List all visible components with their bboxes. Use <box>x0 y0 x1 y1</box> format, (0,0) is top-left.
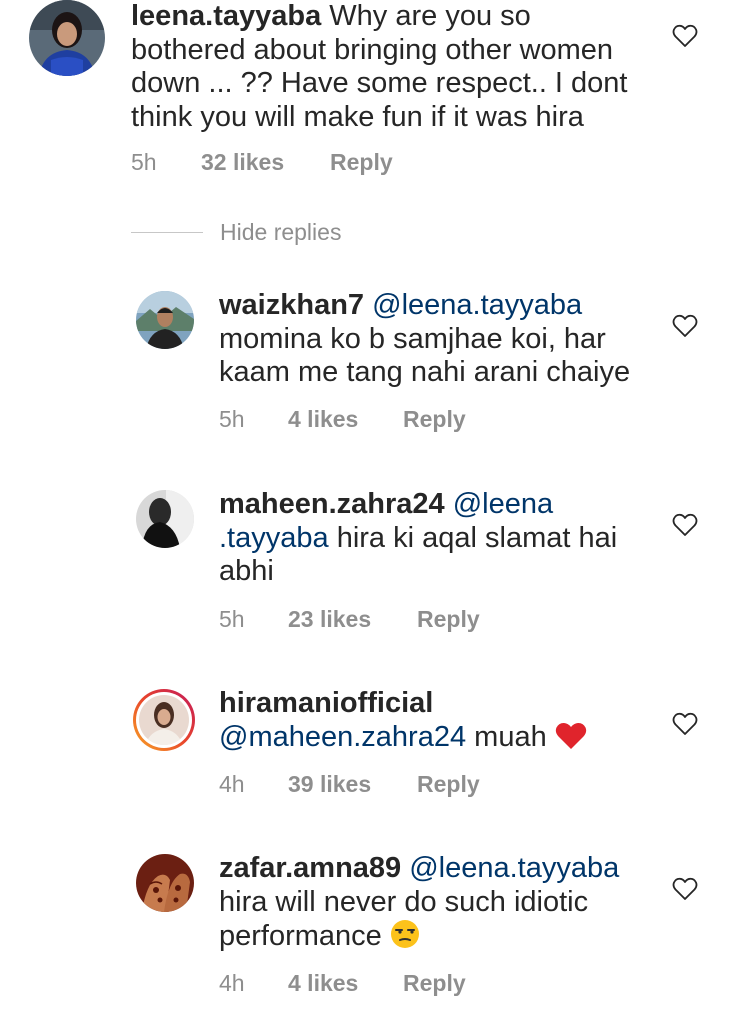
comment-username[interactable]: maheen.zahra24 <box>219 488 445 520</box>
comment-likes[interactable]: 23 likes <box>288 606 371 633</box>
comment-time: 5h <box>219 606 245 632</box>
heart-icon[interactable] <box>672 712 698 736</box>
comment-username[interactable]: zafar.amna89 <box>219 852 401 884</box>
profile-photo <box>136 490 194 548</box>
comment-meta: 4h 39 likes Reply <box>219 771 539 799</box>
heart-icon[interactable] <box>672 24 698 48</box>
profile-photo <box>29 0 105 76</box>
comment-text: zafar.amna89 @leena.tayyaba hira will ne… <box>219 852 639 958</box>
heart-icon[interactable] <box>672 513 698 537</box>
comment-meta: 5h 4 likes Reply <box>219 406 539 434</box>
reply-button[interactable]: Reply <box>417 771 480 798</box>
comment-meta: 4h 4 likes Reply <box>219 970 539 998</box>
comment-likes[interactable]: 32 likes <box>201 149 284 176</box>
reply-button[interactable]: Reply <box>403 970 466 997</box>
reply-item: maheen.zahra24 @leena .tayyaba hira ki a… <box>0 488 743 638</box>
heart-icon[interactable] <box>672 314 698 338</box>
hide-replies-button[interactable]: Hide replies <box>131 219 391 249</box>
avatar[interactable] <box>29 0 105 76</box>
comment-meta: 5h 32 likes Reply <box>131 149 531 177</box>
comment-time: 5h <box>131 149 157 175</box>
reply-item: zafar.amna89 @leena.tayyaba hira will ne… <box>0 852 743 1012</box>
comment-body: muah <box>466 720 555 753</box>
reply-button[interactable]: Reply <box>330 149 393 176</box>
comment-time: 4h <box>219 771 245 797</box>
comment-text: waizkhan7 @leena.tayyaba momina ko b sam… <box>219 289 639 390</box>
avatar[interactable] <box>136 854 194 912</box>
comment-time: 5h <box>219 406 245 432</box>
hide-replies-label: Hide replies <box>220 219 342 245</box>
comment-time: 4h <box>219 970 245 996</box>
comment-text: maheen.zahra24 @leena .tayyaba hira ki a… <box>219 488 639 589</box>
profile-photo-story-ring <box>133 689 195 751</box>
reply-item: waizkhan7 @leena.tayyaba momina ko b sam… <box>0 289 743 439</box>
comment-username[interactable]: leena.tayyaba <box>131 0 321 32</box>
comment-text: leena.tayyaba Why are you so bothered ab… <box>131 0 651 134</box>
comment-text: hiramaniofficial @maheen.zahra24 muah <box>219 687 639 758</box>
mention-link[interactable]: @leena.tayyaba <box>409 852 619 884</box>
heart-icon[interactable] <box>672 877 698 901</box>
comment-likes[interactable]: 39 likes <box>288 771 371 798</box>
comment-likes[interactable]: 4 likes <box>288 970 358 997</box>
comment-likes[interactable]: 4 likes <box>288 406 358 433</box>
mention-link[interactable]: @leena <box>453 488 553 520</box>
comment-item: leena.tayyaba Why are you so bothered ab… <box>0 0 743 190</box>
comment-body: momina ko b samjhae koi, har kaam me tan… <box>219 322 631 389</box>
profile-photo <box>136 291 194 349</box>
comment-username[interactable]: waizkhan7 <box>219 289 364 321</box>
comment-username[interactable]: hiramaniofficial <box>219 687 433 719</box>
reply-button[interactable]: Reply <box>417 606 480 633</box>
reply-item: hiramaniofficial @maheen.zahra24 muah 4h… <box>0 687 743 807</box>
avatar[interactable] <box>131 687 197 753</box>
reply-button[interactable]: Reply <box>403 406 466 433</box>
profile-photo <box>136 854 194 912</box>
mention-link[interactable]: @leena.tayyaba <box>372 289 582 321</box>
avatar[interactable] <box>136 291 194 349</box>
mention-link-continued[interactable]: .tayyaba <box>219 522 329 554</box>
comment-meta: 5h 23 likes Reply <box>219 606 539 634</box>
red-heart-emoji <box>555 722 587 759</box>
mention-link[interactable]: @maheen.zahra24 <box>219 721 466 753</box>
avatar[interactable] <box>136 490 194 548</box>
unamused-face-emoji <box>390 919 420 958</box>
divider-line <box>131 232 203 233</box>
